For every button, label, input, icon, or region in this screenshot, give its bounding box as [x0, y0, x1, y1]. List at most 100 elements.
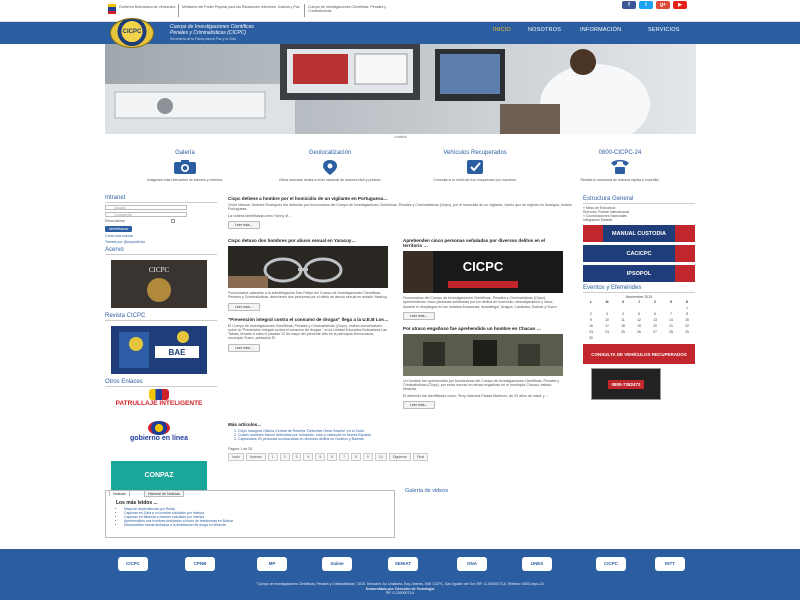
patrullaje-link[interactable]: PATRULLAJE INTELIGENTE	[111, 389, 207, 417]
username-field[interactable]: Usuario	[105, 205, 187, 210]
site-title: Cuerpo de Investigaciones Científicas Pe…	[170, 24, 254, 36]
pagination-item[interactable]: Final	[412, 452, 429, 461]
news-title[interactable]: Cicpc detuvo dos hombres por abuso sexua…	[228, 238, 390, 243]
cicpc-logo[interactable]: CICPC	[110, 18, 154, 48]
create-account-link[interactable]: Crear una cuenta	[105, 234, 217, 238]
check-icon	[467, 160, 483, 174]
read-more-button[interactable]: Leer más...	[228, 220, 260, 229]
google-plus-icon[interactable]: g+	[656, 1, 670, 9]
left-column: Intranet Usuario Contraseña Recordarme I…	[105, 195, 217, 492]
estructura-link[interactable]: Integración Estadal	[583, 218, 695, 222]
nav-servicios[interactable]: SERVICIOS	[648, 27, 680, 33]
nav-inicio[interactable]: INICIO	[493, 27, 511, 33]
galeria-videos-title[interactable]: Galería de videos	[405, 488, 448, 494]
news-title[interactable]: "Prevención integral contra el consumo d…	[228, 317, 390, 322]
tab-historial[interactable]: Historial de Noticias	[144, 490, 184, 497]
tweets-link[interactable]: Tweets por @cicpcoficiar	[105, 240, 217, 244]
footer-logo[interactable]: SENIAT	[388, 557, 418, 571]
news-column-left: Cicpc detuvo dos hombres por abuso sexua…	[228, 238, 390, 352]
eventos-title: Eventos y Efemérides	[583, 285, 695, 293]
divider	[304, 4, 305, 17]
ipsopol-banner[interactable]: IPSOPOL	[583, 265, 695, 282]
acervo-image[interactable]: CICPC	[111, 260, 207, 309]
cicpc-banner-image: CICPC	[403, 251, 563, 293]
pagination-item[interactable]: 5	[315, 452, 326, 461]
pagination-item[interactable]: Siguiente	[388, 452, 411, 461]
read-more-button[interactable]: Leer más...	[403, 401, 435, 410]
phone-banner[interactable]: 0800-7382472	[591, 368, 661, 400]
news-body: El detenido fue identificado como: Terry…	[403, 393, 550, 398]
calendar-day	[647, 335, 663, 341]
tab-noticias[interactable]: Noticias	[109, 490, 130, 497]
footer-logo[interactable]: UNES	[522, 557, 552, 571]
footer-logo[interactable]: CICPC	[118, 557, 148, 571]
right-column: Estructura General » Mesa de Estructura …	[583, 196, 695, 400]
ministry-label: Ministerio del Poder Popular para las Re…	[182, 5, 300, 9]
most-read-link[interactable]: Desmantelan banda dedicada a la distribu…	[124, 523, 233, 527]
events-calendar: Noviembre 2015 L M X J V S D 1 2 3 4 5 6 7 8 9 10 11 12 13 1…	[583, 295, 695, 341]
remember-checkbox[interactable]	[170, 219, 175, 224]
nav-informacion[interactable]: INFORMACIÓN	[580, 27, 621, 33]
pagination-item[interactable]: 7	[339, 452, 350, 461]
revista-title: Revista CICPC	[105, 313, 217, 322]
article-link[interactable]: Capturados 20 personas involucradas en d…	[238, 437, 575, 441]
facebook-icon[interactable]: f	[622, 1, 636, 9]
calendar-table: L M X J V S D 1 2 3 4 5 6 7 8 9 10 11 12 13 14 15 16 17 18 19 20 21…	[583, 299, 695, 341]
pagination-item[interactable]: 6	[327, 452, 338, 461]
manual-custodia-banner[interactable]: MANUAL CUSTODIA	[583, 225, 695, 242]
pagination: Inicio Anterior 1 2 3 4 5 6 7 8 9 10 Siguiente Final	[228, 452, 575, 461]
footer-logo[interactable]: CPNB	[185, 557, 215, 571]
features-row: Galería Imágenes más relevantes de labor…	[105, 150, 696, 190]
feature-geolocalizacion[interactable]: Geolocalización Ubica nuestras sedes a n…	[255, 150, 405, 182]
footer-logo[interactable]: INTT	[655, 557, 685, 571]
hero-image	[105, 44, 696, 134]
most-read-title: Los más leídos ...	[116, 500, 158, 506]
youtube-icon[interactable]: ▶	[673, 1, 687, 9]
nav-nosotros[interactable]: NOSOTROS	[528, 27, 561, 33]
login-button[interactable]: Identificarse	[105, 226, 133, 233]
news-body: Funcionarios adscritos a la subdelegació…	[228, 291, 388, 300]
cacicpc-banner[interactable]: CACICPC	[583, 245, 695, 262]
pagination-item[interactable]: 4	[303, 452, 314, 461]
pagination-item[interactable]: 1	[267, 452, 278, 461]
calendar-day[interactable]: 30	[583, 335, 599, 341]
news-body: Un hombre fue aprehendido por funcionari…	[403, 378, 560, 392]
pagination-item[interactable]: 3	[291, 452, 302, 461]
read-more-button[interactable]: Leer más...	[403, 311, 435, 320]
twitter-icon[interactable]: t	[639, 1, 653, 9]
feature-galeria[interactable]: Galería Imágenes más relevantes de labor…	[110, 150, 260, 182]
pagination-item[interactable]: 10	[374, 452, 387, 461]
more-articles-title: Más artículos...	[228, 422, 262, 427]
feature-telefono[interactable]: 0800-CICPC-24 Realiza tu denuncia de man…	[545, 150, 695, 182]
recuperados-banner[interactable]: CONSULTA DE VEHÍCULOS RECUPERADOS	[583, 344, 695, 364]
news-column-right: Aprehenden cinco personas señaladas por …	[403, 238, 565, 410]
main-news-body: Víctor Manuel Jiménez Rodríguez fue dete…	[228, 203, 572, 212]
pagination-item[interactable]: 8	[351, 452, 361, 461]
pagination-item[interactable]: 9	[362, 452, 373, 461]
read-more-button[interactable]: Leer más...	[228, 343, 260, 352]
remember-label[interactable]: Recordarme	[105, 219, 217, 224]
feature-title: Geolocalización	[308, 150, 352, 156]
feature-vehiculos[interactable]: Vehículos Recuperados Consulta si tu veh…	[400, 150, 550, 182]
venezuela-flag-icon	[108, 4, 116, 14]
main-news-title[interactable]: Cicpc detiene a hombre por el homicidio …	[228, 196, 575, 201]
news-title[interactable]: Por atraco engañoso fue aprehendido un h…	[403, 326, 565, 331]
pagination-item[interactable]: 2	[279, 452, 290, 461]
password-field[interactable]: Contraseña	[105, 212, 187, 217]
footer-logo[interactable]: MP	[257, 557, 287, 571]
feature-desc: Consulta si tu vehículo fue recuperado p…	[433, 178, 517, 182]
pagination-item[interactable]: Anterior	[245, 452, 266, 461]
footer-logo[interactable]: CICPC	[596, 557, 626, 571]
feature-desc: Ubica nuestras sedes a nivel nacional de…	[278, 178, 382, 182]
read-more-button[interactable]: Leer más...	[228, 302, 260, 311]
svg-text:BAE: BAE	[169, 348, 187, 357]
conpaz-link[interactable]: CONPAZ	[111, 461, 207, 492]
footer-logo[interactable]: ONA	[457, 557, 487, 571]
pagination-item[interactable]: Inicio	[228, 452, 244, 461]
news-title[interactable]: Aprehenden cinco personas señaladas por …	[403, 238, 565, 248]
footer-text: "Cuerpo de Investigaciones Científicas, …	[256, 582, 544, 595]
footer-logo[interactable]: Saime	[322, 557, 352, 571]
gobierno-icon	[148, 421, 170, 436]
gobierno-en-linea-link[interactable]: gobierno en línea	[111, 421, 207, 457]
revista-image[interactable]: BAE	[111, 326, 207, 375]
